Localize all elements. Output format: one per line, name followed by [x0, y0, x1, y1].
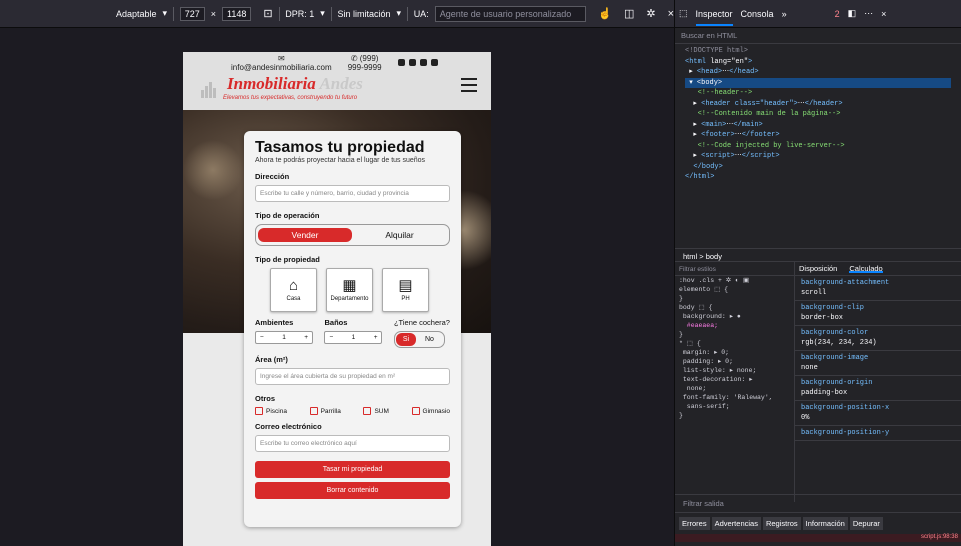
- filter-output-input[interactable]: Filtrar salida: [675, 495, 961, 513]
- facebook-icon[interactable]: [408, 59, 416, 66]
- header-email[interactable]: info@andesinmobiliaria.com: [231, 63, 332, 72]
- responsive-toolbar: Adaptable ▾ 727 × 1148 ⊡ DPR: 1 ▾ Sin limi…: [0, 0, 674, 28]
- error-badge[interactable]: 2: [835, 9, 840, 19]
- check-grill[interactable]: Parrilla: [309, 407, 341, 415]
- site-logo[interactable]: Inmobiliaria Andes: [227, 74, 363, 94]
- computed-pane: Disposición Calculado background-attachme…: [795, 262, 961, 502]
- mail-icon: ✉: [277, 54, 285, 63]
- devtools-panel: ⬚ Inspector Consola » 2 ◧ ⋯ × Buscar en …: [674, 0, 961, 546]
- form-subtitle: Ahora te podrás proyectar hacia el lugar…: [255, 157, 426, 164]
- baths-stepper[interactable]: −1 +: [324, 331, 383, 344]
- filter-styles-input[interactable]: Filtrar estilos: [675, 262, 794, 276]
- operation-toggle: Vender Alquilar: [255, 224, 450, 246]
- screenshot-icon[interactable]: ◫: [624, 7, 634, 20]
- dock-icon[interactable]: ◧: [848, 8, 857, 19]
- instagram-icon[interactable]: [419, 59, 427, 66]
- type-house[interactable]: ⌂ Casa: [270, 268, 317, 312]
- close-devtools-icon[interactable]: ×: [881, 9, 886, 19]
- check-gym[interactable]: Gimnasio: [411, 407, 450, 415]
- touch-icon[interactable]: ☝: [598, 7, 612, 20]
- more-tabs-icon[interactable]: »: [782, 9, 787, 19]
- form-title: Tasamos tu propiedad: [255, 139, 425, 156]
- building-logo-icon: [201, 82, 221, 98]
- device-select[interactable]: Adaptable: [116, 9, 157, 19]
- clear-button[interactable]: Borrar contenido: [255, 482, 450, 499]
- height-input[interactable]: 1148: [222, 6, 252, 21]
- tab-layout[interactable]: Disposición: [799, 264, 837, 273]
- area-input[interactable]: Ingrese el área cubierta de su propiedad…: [255, 368, 450, 385]
- html-search-input[interactable]: Buscar en HTML: [675, 28, 961, 44]
- address-input[interactable]: Escribe tu calle y número, barrio, ciuda…: [255, 185, 450, 202]
- pick-element-icon[interactable]: ⬚: [679, 8, 688, 19]
- ph-icon: ▤: [398, 277, 413, 294]
- email-input[interactable]: Escribe tu correo electrónico aquí: [255, 435, 450, 452]
- rent-option[interactable]: Alquilar: [352, 230, 447, 240]
- type-ph[interactable]: ▤ PH: [382, 268, 429, 312]
- dpr-select[interactable]: DPR: 1: [285, 9, 314, 19]
- rules-pane: Filtrar estilos :hov .cls + ✲ ◐ ▣ elemen…: [675, 262, 795, 502]
- script-ref[interactable]: script.js:98:38: [675, 534, 961, 542]
- breadcrumb[interactable]: html > body: [675, 248, 961, 262]
- check-pool[interactable]: Piscina: [255, 407, 287, 415]
- user-agent-input[interactable]: Agente de usuario personalizado: [434, 5, 587, 22]
- house-icon: ⌂: [288, 277, 299, 294]
- tab-inspector[interactable]: Inspector: [695, 2, 733, 26]
- console-toolbar: Filtrar salida Errores Advertencias Regi…: [675, 494, 961, 546]
- rooms-stepper[interactable]: −1 +: [255, 331, 313, 344]
- site-slogan: Elevamos tus expectativas, construyendo …: [223, 95, 358, 101]
- markup-tree[interactable]: <!DOCTYPE html> <html lang="en"> ▸ <head…: [675, 44, 961, 230]
- tab-computed[interactable]: Calculado: [849, 264, 883, 273]
- tab-console[interactable]: Consola: [741, 9, 774, 19]
- phone-icon: ✆: [350, 54, 358, 63]
- apartment-icon: ▦: [342, 277, 357, 294]
- submit-button[interactable]: Tasar mi propiedad: [255, 461, 450, 478]
- check-sum[interactable]: SUM: [363, 407, 389, 415]
- sell-option[interactable]: Vender: [258, 228, 352, 242]
- youtube-icon[interactable]: [430, 59, 438, 66]
- responsive-viewport: ✉ info@andesinmobiliaria.com ✆ (999) 999-…: [0, 28, 674, 546]
- menu-icon[interactable]: ⋯: [864, 8, 873, 19]
- throttle-select[interactable]: Sin limitación: [337, 9, 390, 19]
- valuation-form: Tasamos tu propiedad Ahora te podrás pro…: [244, 131, 461, 527]
- hamburger-menu-icon[interactable]: [461, 78, 477, 92]
- whatsapp-icon[interactable]: [397, 59, 405, 66]
- rotate-icon[interactable]: ⊡: [263, 7, 272, 20]
- garage-toggle[interactable]: Si No: [393, 331, 445, 348]
- site-header: ✉ info@andesinmobiliaria.com ✆ (999) 999-…: [183, 52, 491, 110]
- type-apartment[interactable]: ▦ Departamento: [326, 268, 373, 312]
- width-input[interactable]: 727: [179, 6, 205, 21]
- web-page: ✉ info@andesinmobiliaria.com ✆ (999) 999-…: [183, 52, 491, 546]
- settings-icon[interactable]: ✲: [646, 7, 655, 20]
